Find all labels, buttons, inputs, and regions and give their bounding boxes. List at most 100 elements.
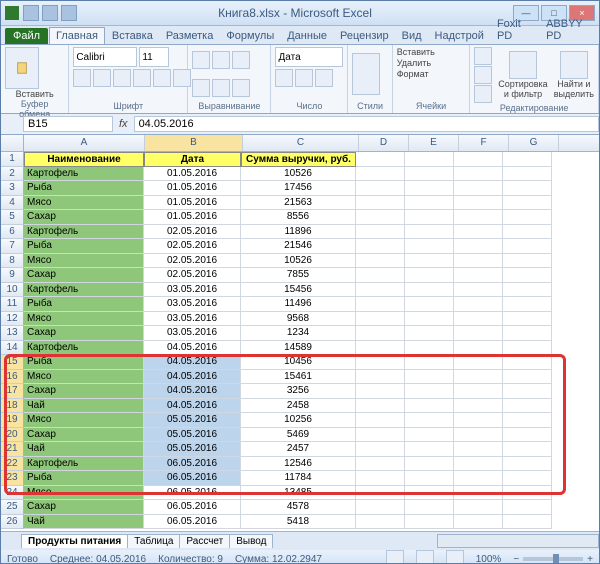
cell[interactable] [454,239,503,254]
cell[interactable]: 02.05.2016 [144,225,241,240]
italic-button[interactable] [93,69,111,87]
cell[interactable]: Мясо [24,413,144,428]
cell[interactable] [503,442,552,457]
ribbon-tab-7[interactable]: Надстрой [429,28,490,44]
cell[interactable] [356,297,405,312]
cell[interactable]: Сахар [24,500,144,515]
table-header-cell[interactable]: Сумма выручки, руб. [241,152,356,167]
ribbon-tab-2[interactable]: Разметка [160,28,220,44]
cell[interactable] [356,457,405,472]
cell[interactable] [356,181,405,196]
cell[interactable]: 13485 [241,486,356,501]
cell[interactable]: 14589 [241,341,356,356]
cell[interactable] [405,500,454,515]
sheet-tab-2[interactable]: Рассчет [179,534,230,548]
cell[interactable] [356,413,405,428]
cell[interactable] [356,239,405,254]
cell[interactable] [356,268,405,283]
align-top-button[interactable] [192,51,210,69]
cell[interactable] [356,471,405,486]
row-header[interactable]: 6 [1,225,24,240]
cell[interactable]: 10456 [241,355,356,370]
cell[interactable] [356,312,405,327]
sort-filter-button[interactable] [509,51,537,79]
cell[interactable] [405,413,454,428]
grid-body[interactable]: 1НаименованиеДатаСумма выручки, руб.2Кар… [1,152,599,531]
cell[interactable]: 3256 [241,384,356,399]
row-header[interactable]: 18 [1,399,24,414]
cell[interactable] [454,457,503,472]
cell[interactable]: Сахар [24,428,144,443]
view-normal-icon[interactable] [386,550,404,564]
cell[interactable] [356,210,405,225]
cell[interactable]: 06.05.2016 [144,515,241,530]
cell[interactable] [405,312,454,327]
cell[interactable]: 5469 [241,428,356,443]
cell[interactable] [454,486,503,501]
cell[interactable]: 05.05.2016 [144,442,241,457]
formula-input[interactable] [134,116,599,132]
cell[interactable] [405,399,454,414]
col-header-G[interactable]: G [509,135,559,151]
row-header[interactable]: 20 [1,428,24,443]
cell[interactable] [503,384,552,399]
cell[interactable]: 01.05.2016 [144,181,241,196]
cell[interactable] [356,428,405,443]
cell[interactable] [454,341,503,356]
cell[interactable] [454,370,503,385]
cell[interactable] [503,370,552,385]
cell[interactable]: 01.05.2016 [144,167,241,182]
cell[interactable] [356,254,405,269]
cell[interactable] [356,355,405,370]
cell[interactable] [454,384,503,399]
cell[interactable] [356,399,405,414]
cell[interactable]: 05.05.2016 [144,413,241,428]
ribbon-tab-8[interactable]: Foxit PD [491,16,539,44]
cell[interactable] [503,254,552,269]
cell[interactable] [356,225,405,240]
font-size-select[interactable] [139,47,169,67]
cell[interactable] [405,370,454,385]
cell[interactable]: 01.05.2016 [144,196,241,211]
file-tab[interactable]: Файл [5,28,48,44]
cell[interactable] [454,442,503,457]
zoom-out-button[interactable]: − [513,554,519,564]
delete-row-button[interactable]: Удалить [397,58,431,68]
align-right-button[interactable] [232,79,250,97]
cell[interactable]: Сахар [24,326,144,341]
cell[interactable] [454,297,503,312]
cell[interactable]: 02.05.2016 [144,254,241,269]
qat-undo-icon[interactable] [42,5,58,21]
percent-button[interactable] [295,69,313,87]
cell[interactable]: 9568 [241,312,356,327]
cell[interactable] [405,181,454,196]
cell[interactable] [503,486,552,501]
cell[interactable]: Сахар [24,210,144,225]
cell[interactable]: Чай [24,515,144,530]
paste-button[interactable] [5,47,39,89]
cell[interactable]: 1234 [241,326,356,341]
cell[interactable]: 01.05.2016 [144,210,241,225]
cell[interactable]: Рыба [24,239,144,254]
row-header[interactable]: 11 [1,297,24,312]
cell[interactable]: Чай [24,442,144,457]
cell[interactable] [454,225,503,240]
cell[interactable] [454,312,503,327]
sheet-tab-0[interactable]: Продукты питания [21,534,128,548]
cell[interactable] [405,254,454,269]
cell[interactable] [503,297,552,312]
align-left-button[interactable] [192,79,210,97]
col-header-E[interactable]: E [409,135,459,151]
insert-row-button[interactable]: Вставить [397,47,435,57]
cell[interactable] [454,196,503,211]
cell[interactable]: 04.05.2016 [144,399,241,414]
ribbon-tab-3[interactable]: Формулы [220,28,280,44]
cell[interactable] [356,486,405,501]
cell[interactable]: Мясо [24,196,144,211]
underline-button[interactable] [113,69,131,87]
sheet-tab-1[interactable]: Таблица [127,534,180,548]
row-header[interactable]: 19 [1,413,24,428]
row-header[interactable]: 17 [1,384,24,399]
cell[interactable]: 04.05.2016 [144,341,241,356]
row-header[interactable]: 26 [1,515,24,530]
